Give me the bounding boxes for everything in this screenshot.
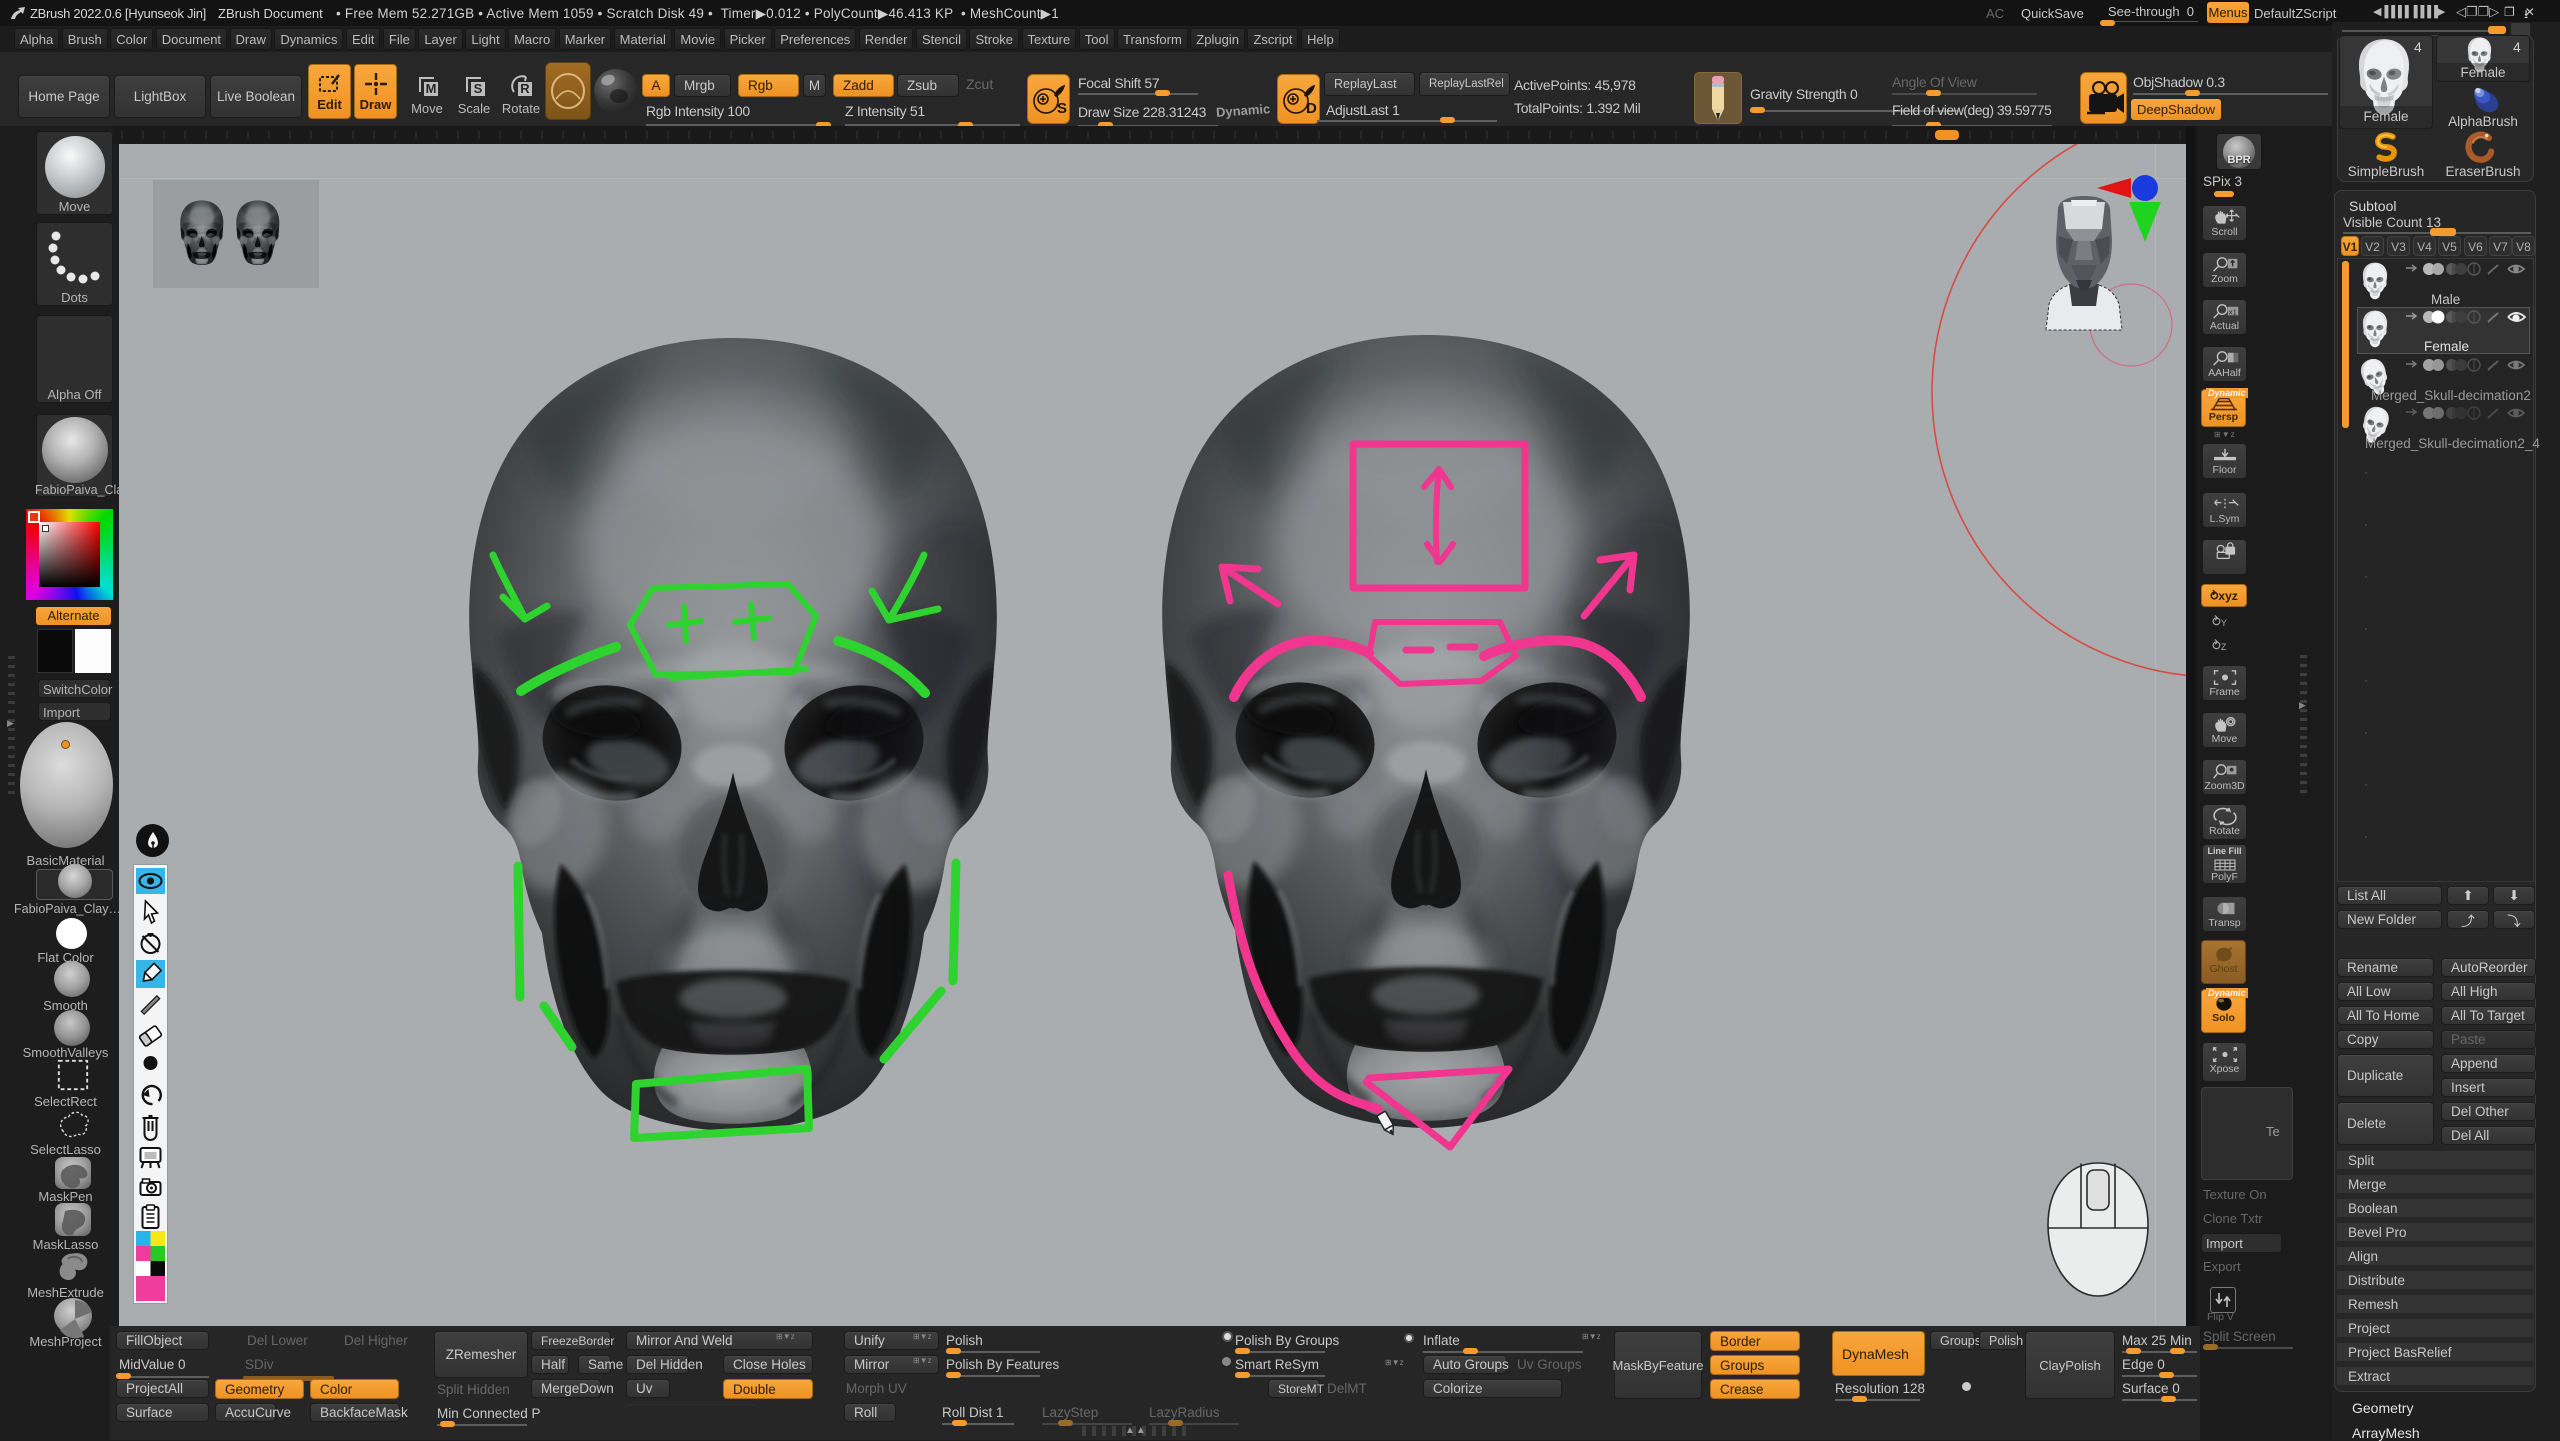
svg-text:S: S [474,81,483,96]
svg-text:R: R [520,81,530,96]
svg-text:M: M [426,81,437,96]
svg-text:S: S [1057,100,1067,117]
svg-text:D: D [1306,100,1317,117]
